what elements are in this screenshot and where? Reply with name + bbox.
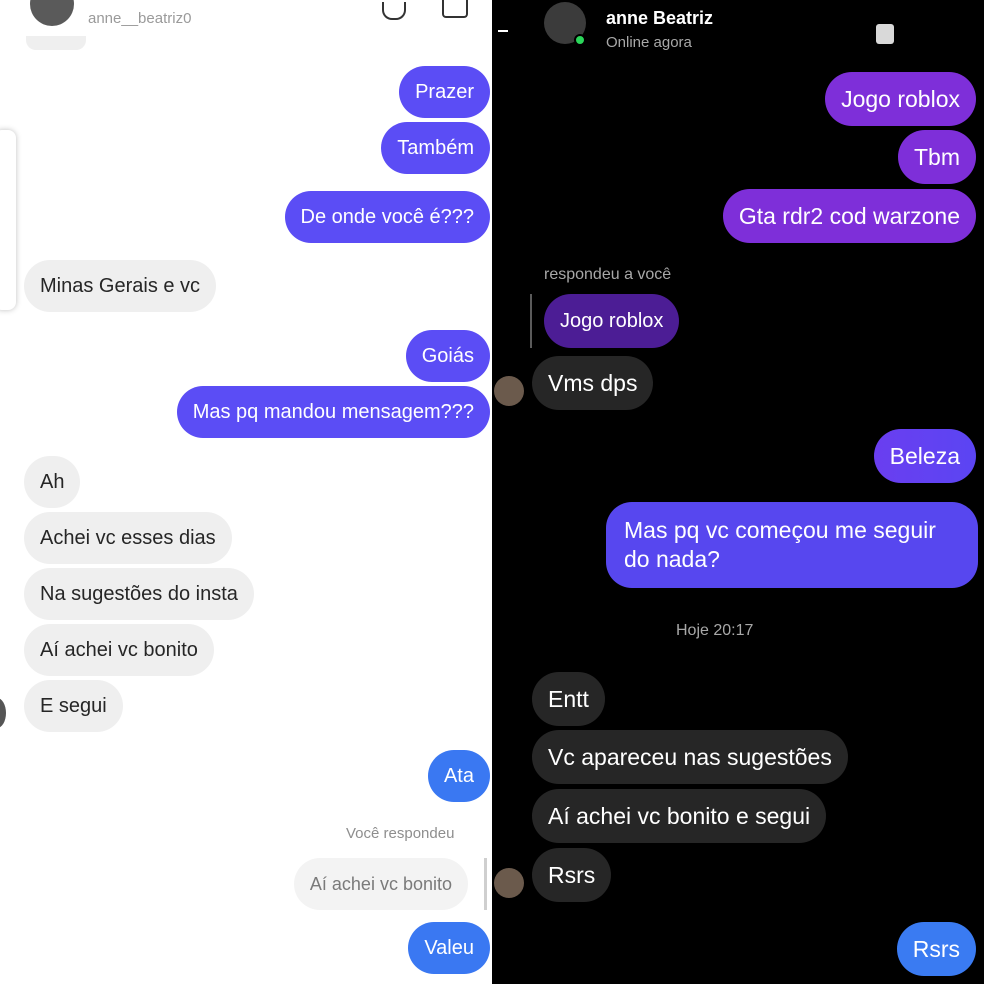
phone-icon[interactable] xyxy=(382,2,406,20)
replied-message-quote[interactable]: Aí achei vc bonito xyxy=(293,858,468,910)
message-bubble[interactable]: Ata xyxy=(427,750,490,802)
message-bubble[interactable]: De onde você é??? xyxy=(284,191,490,243)
online-status-dot xyxy=(574,34,586,46)
message-bubble[interactable]: Aí achei vc bonito xyxy=(24,624,214,676)
split-screenshot: anne__beatriz0 Prazer Também De onde voc… xyxy=(0,0,984,984)
cropped-message-bubble xyxy=(26,36,86,50)
message-bubble[interactable]: Valeu xyxy=(408,922,490,974)
message-bubble[interactable]: Rsrs xyxy=(896,922,976,976)
message-bubble[interactable]: Achei vc esses dias xyxy=(24,512,232,564)
message-bubble[interactable]: Gta rdr2 cod warzone xyxy=(722,189,976,243)
contact-status: Online agora xyxy=(606,34,692,51)
contact-name[interactable]: anne Beatriz xyxy=(606,8,713,29)
header-username: anne__beatriz0 xyxy=(88,10,192,27)
avatar[interactable] xyxy=(30,0,74,26)
reply-indicator-bar xyxy=(530,294,532,348)
message-bubble[interactable]: E segui xyxy=(24,680,123,732)
replied-message-quote[interactable]: Jogo roblox xyxy=(544,294,680,348)
message-bubble[interactable]: Prazer xyxy=(399,66,490,118)
message-bubble[interactable]: Entt xyxy=(532,672,605,726)
message-bubble[interactable]: Rsrs xyxy=(532,848,612,902)
timestamp: Hoje 20:17 xyxy=(676,622,754,639)
message-bubble[interactable]: Vc apareceu nas sugestões xyxy=(532,730,848,784)
message-bubble[interactable]: Também xyxy=(381,122,490,174)
reply-indicator-bar xyxy=(484,858,487,910)
message-bubble[interactable]: Mas pq mandou mensagem??? xyxy=(176,386,490,438)
reply-label: Você respondeu xyxy=(346,825,455,842)
back-icon[interactable] xyxy=(498,30,508,32)
message-bubble[interactable]: Jogo roblox xyxy=(825,72,976,126)
right-chat-panel: anne Beatriz Online agora Jogo roblox Tb… xyxy=(492,0,984,984)
message-bubble-multiline[interactable]: Mas pq vc começou me seguir do nada? xyxy=(606,502,978,588)
message-bubble[interactable]: Ah xyxy=(24,456,81,508)
message-bubble[interactable]: Vms dps xyxy=(532,356,654,410)
message-bubble[interactable]: Minas Gerais e vc xyxy=(24,260,217,312)
message-bubble[interactable]: Beleza xyxy=(873,429,976,483)
sender-avatar[interactable] xyxy=(494,376,524,406)
message-bubble[interactable]: Tbm xyxy=(898,130,976,184)
video-call-icon[interactable] xyxy=(442,0,468,18)
side-panel-edge xyxy=(0,130,16,310)
message-bubble[interactable]: Goiás xyxy=(405,330,490,382)
sender-avatar[interactable] xyxy=(0,698,6,728)
message-bubble[interactable]: Aí achei vc bonito e segui xyxy=(532,789,827,843)
left-chat-panel: anne__beatriz0 Prazer Também De onde voc… xyxy=(0,0,492,984)
flag-icon[interactable] xyxy=(876,24,894,44)
sender-avatar[interactable] xyxy=(494,868,524,898)
message-bubble[interactable]: Na sugestões do insta xyxy=(24,568,254,620)
reply-label: respondeu a você xyxy=(544,266,672,283)
